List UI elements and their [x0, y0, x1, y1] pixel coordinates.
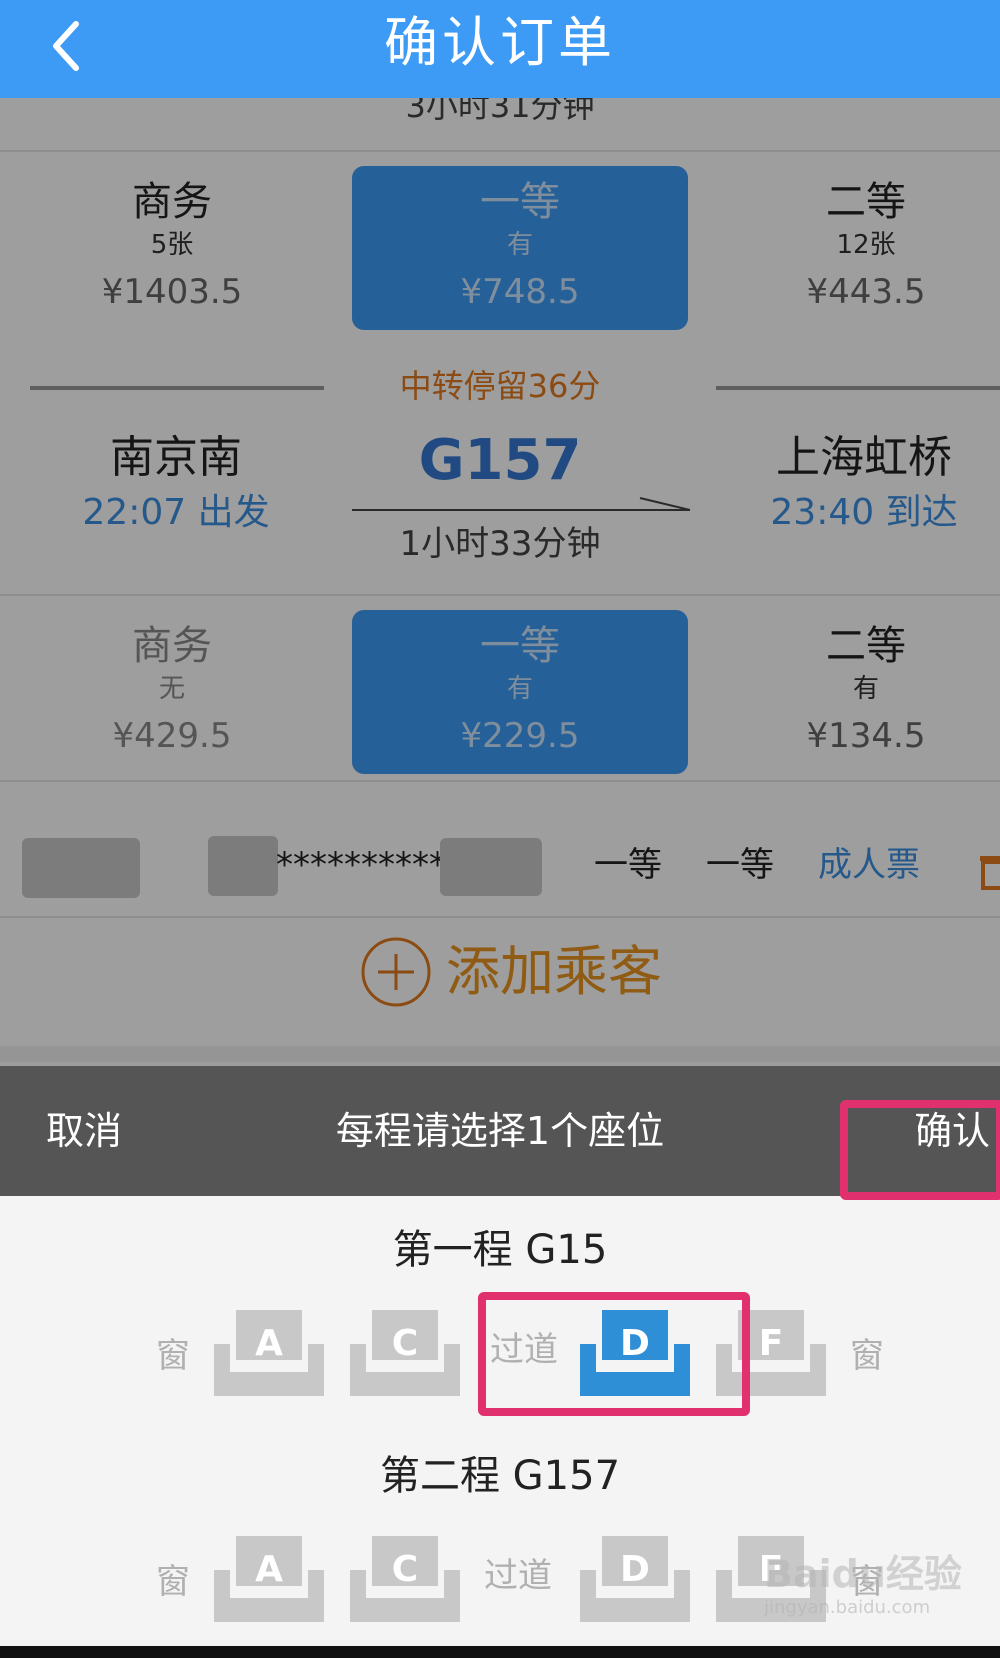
window-label-left: 窗 — [156, 1336, 190, 1376]
seat-letter: A — [255, 1549, 283, 1590]
seat-c[interactable]: C — [346, 1304, 464, 1402]
seat-letter: A — [255, 1323, 283, 1364]
watermark-logo: Baidu经验 — [764, 1552, 962, 1596]
page-title: 确认订单 — [384, 11, 616, 74]
system-nav-bar — [0, 1646, 1000, 1658]
app-header: 确认订单 — [0, 0, 1000, 98]
watermark-url: jingyan.baidu.com — [764, 1597, 931, 1618]
highlight-box-seat — [478, 1292, 750, 1416]
window-label-right: 窗 — [850, 1336, 884, 1376]
leg-title: 第一程 G15 — [392, 1227, 608, 1273]
seat-d[interactable]: D — [576, 1530, 694, 1628]
seat-letter: C — [391, 1549, 419, 1590]
highlight-box-confirm — [840, 1100, 1000, 1200]
seat-letter: D — [620, 1549, 650, 1590]
window-label-left: 窗 — [156, 1562, 190, 1602]
seat-a[interactable]: A — [210, 1530, 328, 1628]
watermark: Baidu经验 jingyan.baidu.com — [764, 1552, 962, 1620]
dim-overlay[interactable] — [0, 98, 1000, 1066]
seat-c[interactable]: C — [346, 1530, 464, 1628]
seat-a[interactable]: A — [210, 1304, 328, 1402]
aisle-label: 过道 — [484, 1556, 552, 1596]
seat-letter: C — [391, 1323, 419, 1364]
leg-title: 第二程 G157 — [379, 1453, 621, 1499]
